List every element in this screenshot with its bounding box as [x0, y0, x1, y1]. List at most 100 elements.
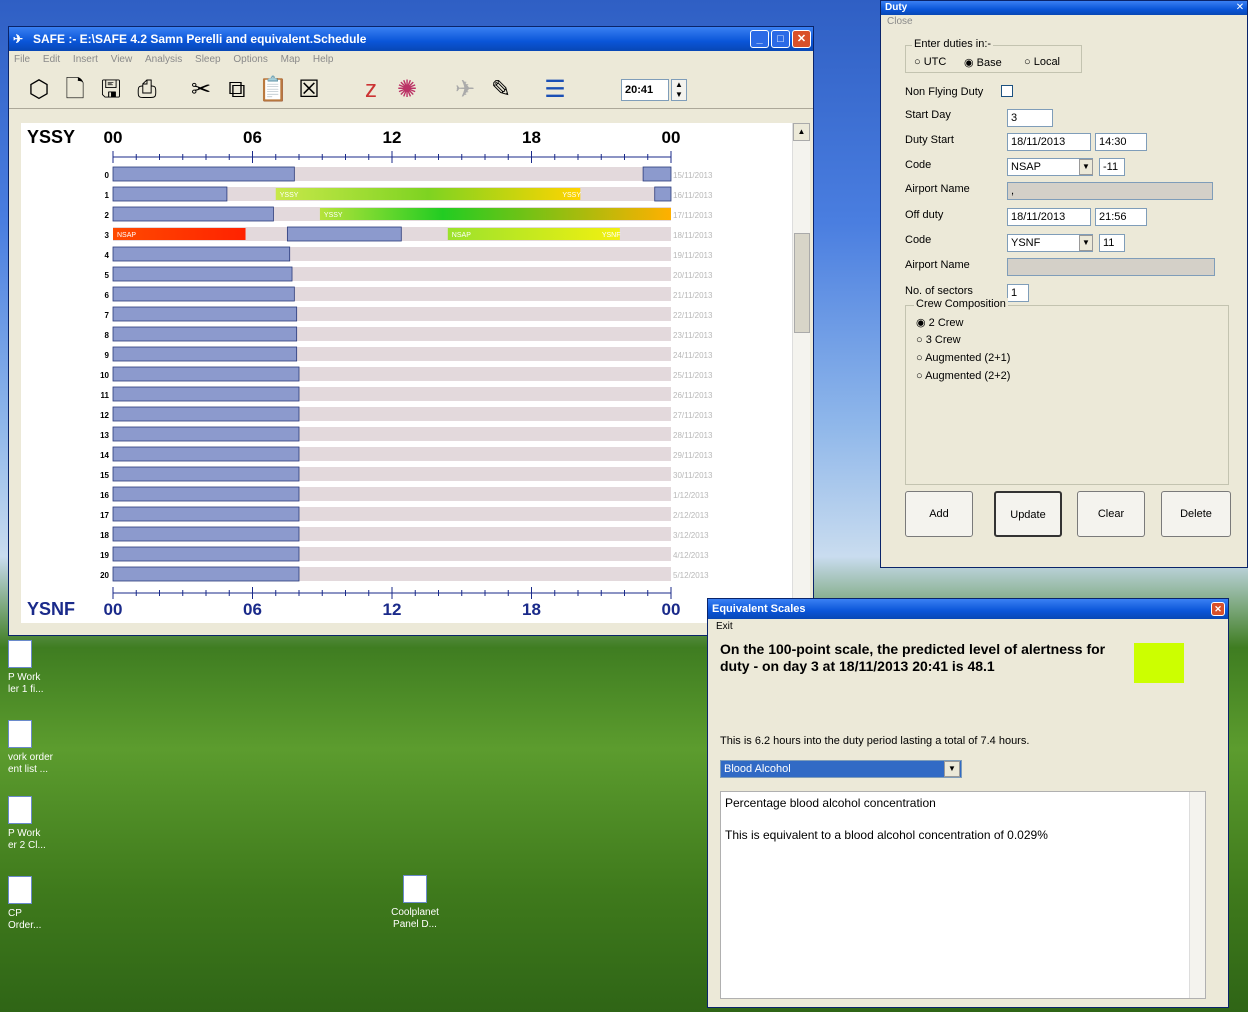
layers-icon[interactable]: ☰: [539, 74, 571, 106]
duty-bar: [447, 228, 620, 240]
radio-augmented-2-2[interactable]: ○ Augmented (2+2): [916, 370, 1010, 382]
alertness-color-swatch: [1134, 643, 1184, 683]
print-icon[interactable]: ⎙: [131, 74, 163, 106]
vertical-scrollbar[interactable]: ▲: [792, 123, 810, 623]
day-number-label: 17: [100, 511, 109, 520]
brain-icon[interactable]: ✺: [391, 74, 423, 106]
menu-view[interactable]: View: [111, 54, 133, 65]
scroll-thumb[interactable]: [794, 233, 810, 333]
day-number-label: 6: [105, 291, 110, 300]
menu-sleep[interactable]: Sleep: [195, 54, 221, 65]
alertness-headline: On the 100-point scale, the predicted le…: [720, 641, 1106, 674]
radio-local[interactable]: ○ Local: [1024, 56, 1060, 68]
time-spinner[interactable]: ▲ ▼: [671, 79, 687, 101]
text-area-scrollbar[interactable]: [1189, 792, 1205, 998]
code-select-2-arrow[interactable]: ▼: [1079, 235, 1093, 251]
clear-button[interactable]: Clear: [1077, 491, 1145, 537]
menu-map[interactable]: Map: [281, 54, 300, 65]
scroll-up-arrow[interactable]: ▲: [793, 123, 810, 141]
sectors-field[interactable]: 1: [1007, 284, 1029, 302]
pencil-icon[interactable]: ✎: [485, 74, 517, 106]
radio-3-crew[interactable]: ○ 3 Crew: [916, 334, 961, 346]
enter-duties-label: Enter duties in:-: [912, 38, 994, 50]
desktop-icon-3[interactable]: P Work er 2 Cl...: [8, 796, 68, 852]
sleep-bar: [112, 166, 295, 182]
menu-edit[interactable]: Edit: [43, 54, 60, 65]
radio-2-crew[interactable]: ◉ 2 Crew: [916, 316, 964, 329]
update-button[interactable]: Update: [994, 491, 1062, 537]
code-offset-2[interactable]: 11: [1099, 234, 1125, 252]
day-number-label: 13: [100, 431, 109, 440]
cut-icon[interactable]: ✂: [185, 74, 217, 106]
code-label-2: Code: [905, 234, 932, 246]
menu-options[interactable]: Options: [233, 54, 267, 65]
bottom-hour-label: 18: [522, 600, 541, 619]
radio-base[interactable]: ◉ Base: [964, 56, 1002, 69]
crew-composition-group: Crew Composition ◉ 2 Crew ○ 3 Crew ○ Aug…: [905, 298, 1229, 485]
off-duty-time-field[interactable]: 21:56: [1095, 208, 1147, 226]
desktop-icon-1[interactable]: P Work ler 1 fi...: [8, 640, 68, 696]
sleep-bar: [112, 246, 291, 262]
eq-close-button[interactable]: ✕: [1211, 602, 1225, 616]
scale-select[interactable]: Blood Alcohol: [720, 760, 962, 778]
document-icon: [8, 796, 32, 824]
day-number-label: 4: [105, 251, 110, 260]
open-icon[interactable]: ⬡: [23, 74, 55, 106]
eq-title-bar[interactable]: Equivalent Scales ✕: [708, 599, 1228, 619]
sleep-bar: [642, 166, 672, 182]
non-flying-checkbox[interactable]: [1001, 85, 1013, 97]
new-document-icon[interactable]: 🗋: [59, 74, 91, 106]
menu-close[interactable]: Close: [887, 16, 913, 27]
menu-analysis[interactable]: Analysis: [145, 54, 182, 65]
add-button[interactable]: Add: [905, 491, 973, 537]
duty-title-bar[interactable]: Duty: [881, 1, 1247, 15]
sleep-bar: [286, 226, 402, 242]
date-label: 21/11/2013: [673, 291, 713, 300]
save-icon[interactable]: 🖫: [95, 74, 127, 106]
result-text-line2: This is equivalent to a blood alcohol co…: [725, 828, 1048, 842]
desktop-icon-coolplanet[interactable]: Coolplanet Panel D...: [385, 875, 445, 931]
result-text-area[interactable]: Percentage blood alcohol concentration T…: [720, 791, 1206, 999]
desktop-icon-4[interactable]: CP Order...: [8, 876, 68, 932]
code-select-1-arrow[interactable]: ▼: [1079, 159, 1093, 175]
copy-icon[interactable]: ⧉: [221, 74, 253, 106]
minimize-button[interactable]: _: [750, 30, 769, 48]
sleep-bar: [112, 526, 300, 542]
code-offset-1[interactable]: -11: [1099, 158, 1125, 176]
delete-button[interactable]: Delete: [1161, 491, 1231, 537]
close-button[interactable]: ✕: [792, 30, 811, 48]
sectors-label: No. of sectors: [905, 285, 973, 297]
duty-close-icon[interactable]: ✕: [1234, 2, 1246, 14]
duty-start-time-field[interactable]: 14:30: [1095, 133, 1147, 151]
top-hour-label: 00: [662, 128, 681, 147]
document-icon: [403, 875, 427, 903]
result-text-line1: Percentage blood alcohol concentration: [725, 796, 936, 810]
scale-select-arrow[interactable]: ▼: [944, 761, 960, 777]
desktop-icon-2[interactable]: vork order ent list ...: [8, 720, 68, 776]
schedule-chart: YSSY 00 06 12 18 00 00 06 12 18 00 0 15/11/2013 1 1…: [21, 123, 792, 623]
menu-file[interactable]: File: [14, 54, 30, 65]
radio-utc[interactable]: ○ UTC: [914, 56, 946, 68]
radio-augmented-2-1-label: Augmented (2+1): [925, 352, 1011, 364]
sleep-bar: [112, 326, 298, 342]
top-hour-label: 00: [104, 128, 123, 147]
radio-augmented-2-1[interactable]: ○ Augmented (2+1): [916, 352, 1010, 364]
title-bar[interactable]: ✈ SAFE :- E:\SAFE 4.2 Samn Perelli and e…: [9, 27, 813, 51]
menu-help[interactable]: Help: [313, 54, 334, 65]
maximize-button[interactable]: □: [771, 30, 790, 48]
time-field[interactable]: 20:41: [621, 79, 669, 101]
delete-icon[interactable]: ☒: [293, 74, 325, 106]
top-hour-label: 06: [243, 128, 262, 147]
off-duty-date-field[interactable]: 18/11/2013: [1007, 208, 1091, 226]
start-day-field[interactable]: 3: [1007, 109, 1053, 127]
sleep-icon[interactable]: z: [355, 74, 387, 106]
paste-icon[interactable]: 📋: [257, 74, 289, 106]
enter-duties-group: Enter duties in:- ○ UTC ◉ Base ○ Local: [905, 38, 1082, 73]
menu-insert[interactable]: Insert: [73, 54, 98, 65]
duty-start-date-field[interactable]: 18/11/2013: [1007, 133, 1091, 151]
desktop-icon-label: P Work ler 1 fi...: [8, 672, 44, 695]
sleep-bar: [112, 426, 300, 442]
menu-exit[interactable]: Exit: [716, 621, 733, 632]
plane-icon[interactable]: ✈: [449, 74, 481, 106]
date-label: 18/11/2013: [673, 231, 713, 240]
